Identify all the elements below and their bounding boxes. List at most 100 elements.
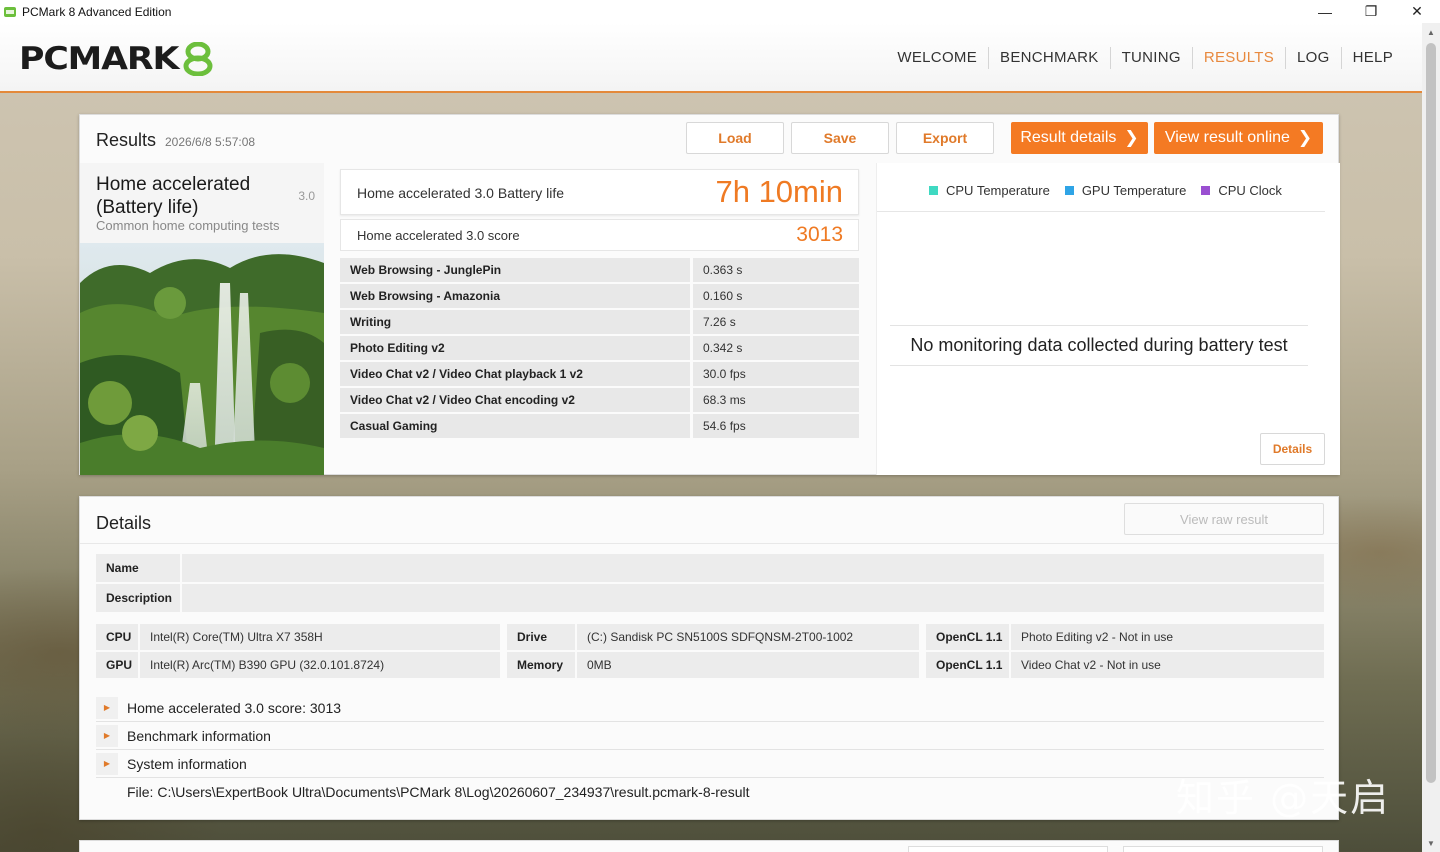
- hw-value: 0MB: [577, 652, 919, 678]
- subtest-name: Video Chat v2 / Video Chat playback 1 v2: [340, 362, 690, 386]
- results-header: Results 2026/6/8 5:57:08 Load Save Expor…: [80, 115, 1338, 163]
- nav-results[interactable]: RESULTS: [1193, 47, 1287, 69]
- nav-log[interactable]: LOG: [1286, 47, 1342, 69]
- next-panel-button[interactable]: [908, 846, 1108, 852]
- tree-item-benchmark-information[interactable]: ▶ Benchmark information: [96, 722, 1324, 750]
- results-date: 2026/6/8 5:57:08: [165, 135, 256, 149]
- legend-divider: [877, 211, 1325, 212]
- legend-label: GPU Temperature: [1081, 183, 1187, 198]
- subtest-value: 0.342 s: [693, 336, 859, 360]
- main-nav: WELCOME BENCHMARK TUNING RESULTS LOG HEL…: [886, 23, 1404, 93]
- name-row: Name: [96, 554, 1324, 582]
- vertical-scrollbar[interactable]: ▲ ▼: [1422, 23, 1440, 852]
- details-tree: ▶ Home accelerated 3.0 score: 3013 ▶ Ben…: [96, 694, 1324, 778]
- expand-arrow-icon[interactable]: ▶: [96, 724, 118, 747]
- window-titlebar: PCMark 8 Advanced Edition — ❐ ✕: [0, 0, 1440, 23]
- subtest-value: 68.3 ms: [693, 388, 859, 412]
- results-title: Results: [96, 130, 157, 150]
- window-title: PCMark 8 Advanced Edition: [22, 4, 172, 19]
- nav-help[interactable]: HELP: [1342, 47, 1404, 69]
- save-button[interactable]: Save: [791, 122, 889, 154]
- app-header: PCMARK WELCOME BENCHMARK TUNING RESULTS …: [0, 23, 1422, 93]
- hw-value: Intel(R) Core(TM) Ultra X7 358H: [140, 624, 500, 650]
- tree-item-label: Home accelerated 3.0 score: 3013: [127, 699, 342, 716]
- subtest-name: Writing: [340, 310, 690, 334]
- name-field[interactable]: [182, 554, 1324, 582]
- tree-item-label: Benchmark information: [127, 727, 271, 744]
- subtest-row: Writing 7.26 s: [340, 310, 860, 334]
- zhihu-watermark: 知乎 @天启: [1176, 776, 1391, 820]
- expand-arrow-icon[interactable]: ▶: [96, 696, 118, 719]
- load-button[interactable]: Load: [686, 122, 784, 154]
- scroll-down-icon[interactable]: ▼: [1422, 834, 1440, 852]
- details-button[interactable]: Details: [1260, 433, 1325, 465]
- score-label: Home accelerated 3.0 score: [357, 228, 520, 243]
- hw-key: Drive: [507, 624, 575, 650]
- legend-label: CPU Temperature: [946, 183, 1050, 198]
- subtest-row: Casual Gaming 54.6 fps: [340, 414, 860, 438]
- subtest-value: 54.6 fps: [693, 414, 859, 438]
- result-details-button[interactable]: Result details ❯: [1011, 122, 1148, 154]
- legend-swatch-icon: [929, 186, 938, 195]
- subtest-row: Web Browsing - Amazonia 0.160 s: [340, 284, 860, 308]
- subtest-row: Web Browsing - JunglePin 0.363 s: [340, 258, 860, 282]
- benchmark-card: Home accelerated (Battery life) 3.0 Comm…: [80, 163, 324, 475]
- subtest-name: Casual Gaming: [340, 414, 690, 438]
- details-title: Details: [96, 513, 152, 533]
- subtest-value: 7.26 s: [693, 310, 859, 334]
- scroll-up-icon[interactable]: ▲: [1422, 23, 1440, 41]
- subtest-value: 0.160 s: [693, 284, 859, 308]
- monitoring-legend: CPU Temperature GPU Temperature CPU Cloc…: [929, 183, 1297, 198]
- legend-gpu-temperature[interactable]: GPU Temperature: [1064, 183, 1187, 198]
- subtest-row: Photo Editing v2 0.342 s: [340, 336, 860, 360]
- chevron-right-icon: ❯: [1297, 128, 1313, 147]
- hardware-grid: CPU Intel(R) Core(TM) Ultra X7 358H Driv…: [96, 624, 1324, 680]
- tree-item-system-information[interactable]: ▶ System information: [96, 750, 1324, 778]
- nav-benchmark[interactable]: BENCHMARK: [989, 47, 1111, 69]
- expand-arrow-icon[interactable]: ▶: [96, 752, 118, 775]
- description-row: Description: [96, 584, 1324, 612]
- minimize-button[interactable]: —: [1302, 0, 1348, 23]
- subtest-name: Photo Editing v2: [340, 336, 690, 360]
- subtest-row: Video Chat v2 / Video Chat playback 1 v2…: [340, 362, 860, 386]
- view-result-online-label: View result online: [1164, 129, 1290, 146]
- monitoring-panel: CPU Temperature GPU Temperature CPU Cloc…: [876, 163, 1340, 475]
- pcmark-logo: PCMARK: [19, 41, 213, 77]
- hw-key: Memory: [507, 652, 575, 678]
- divider: [890, 325, 1308, 326]
- app-icon: [4, 6, 16, 17]
- maximize-button[interactable]: ❐: [1348, 0, 1394, 23]
- legend-cpu-temperature[interactable]: CPU Temperature: [929, 183, 1050, 198]
- legend-cpu-clock[interactable]: CPU Clock: [1201, 183, 1282, 198]
- tree-item-score[interactable]: ▶ Home accelerated 3.0 score: 3013: [96, 694, 1324, 722]
- nav-welcome[interactable]: WELCOME: [886, 47, 990, 69]
- hw-key: OpenCL 1.1: [926, 652, 1009, 678]
- no-monitoring-message: No monitoring data collected during batt…: [910, 335, 1288, 355]
- scroll-thumb[interactable]: [1426, 43, 1436, 783]
- battery-life-label: Home accelerated 3.0 Battery life: [357, 185, 564, 201]
- close-button[interactable]: ✕: [1394, 0, 1440, 23]
- description-field[interactable]: [182, 584, 1324, 612]
- chevron-right-icon: ❯: [1124, 128, 1139, 147]
- hw-value: (C:) Sandisk PC SN5100S SDFQNSM-2T00-100…: [577, 624, 919, 650]
- score-row: Home accelerated 3.0 score 3013: [340, 219, 859, 251]
- hardware-row: GPU Intel(R) Arc(TM) B390 GPU (32.0.101.…: [96, 652, 1324, 678]
- logo-eight-icon: [183, 42, 213, 76]
- subtest-name: Web Browsing - JunglePin: [340, 258, 690, 282]
- view-raw-result-button[interactable]: View raw result: [1124, 503, 1324, 535]
- battery-life-value: 7h 10min: [715, 174, 843, 209]
- waterfall-image: [80, 243, 324, 475]
- name-label: Name: [96, 554, 180, 582]
- description-label: Description: [96, 584, 180, 612]
- result-file-path: File: C:\Users\ExpertBook Ultra\Document…: [127, 784, 750, 800]
- view-result-online-button[interactable]: View result online ❯: [1154, 122, 1323, 154]
- nav-tuning[interactable]: TUNING: [1111, 47, 1193, 69]
- hw-key: CPU: [96, 624, 138, 650]
- divider: [890, 365, 1308, 366]
- result-details-label: Result details: [1020, 129, 1117, 146]
- export-button[interactable]: Export: [896, 122, 994, 154]
- divider: [80, 543, 1338, 544]
- next-panel-button[interactable]: [1123, 846, 1323, 852]
- subtest-name: Web Browsing - Amazonia: [340, 284, 690, 308]
- subtest-value: 30.0 fps: [693, 362, 859, 386]
